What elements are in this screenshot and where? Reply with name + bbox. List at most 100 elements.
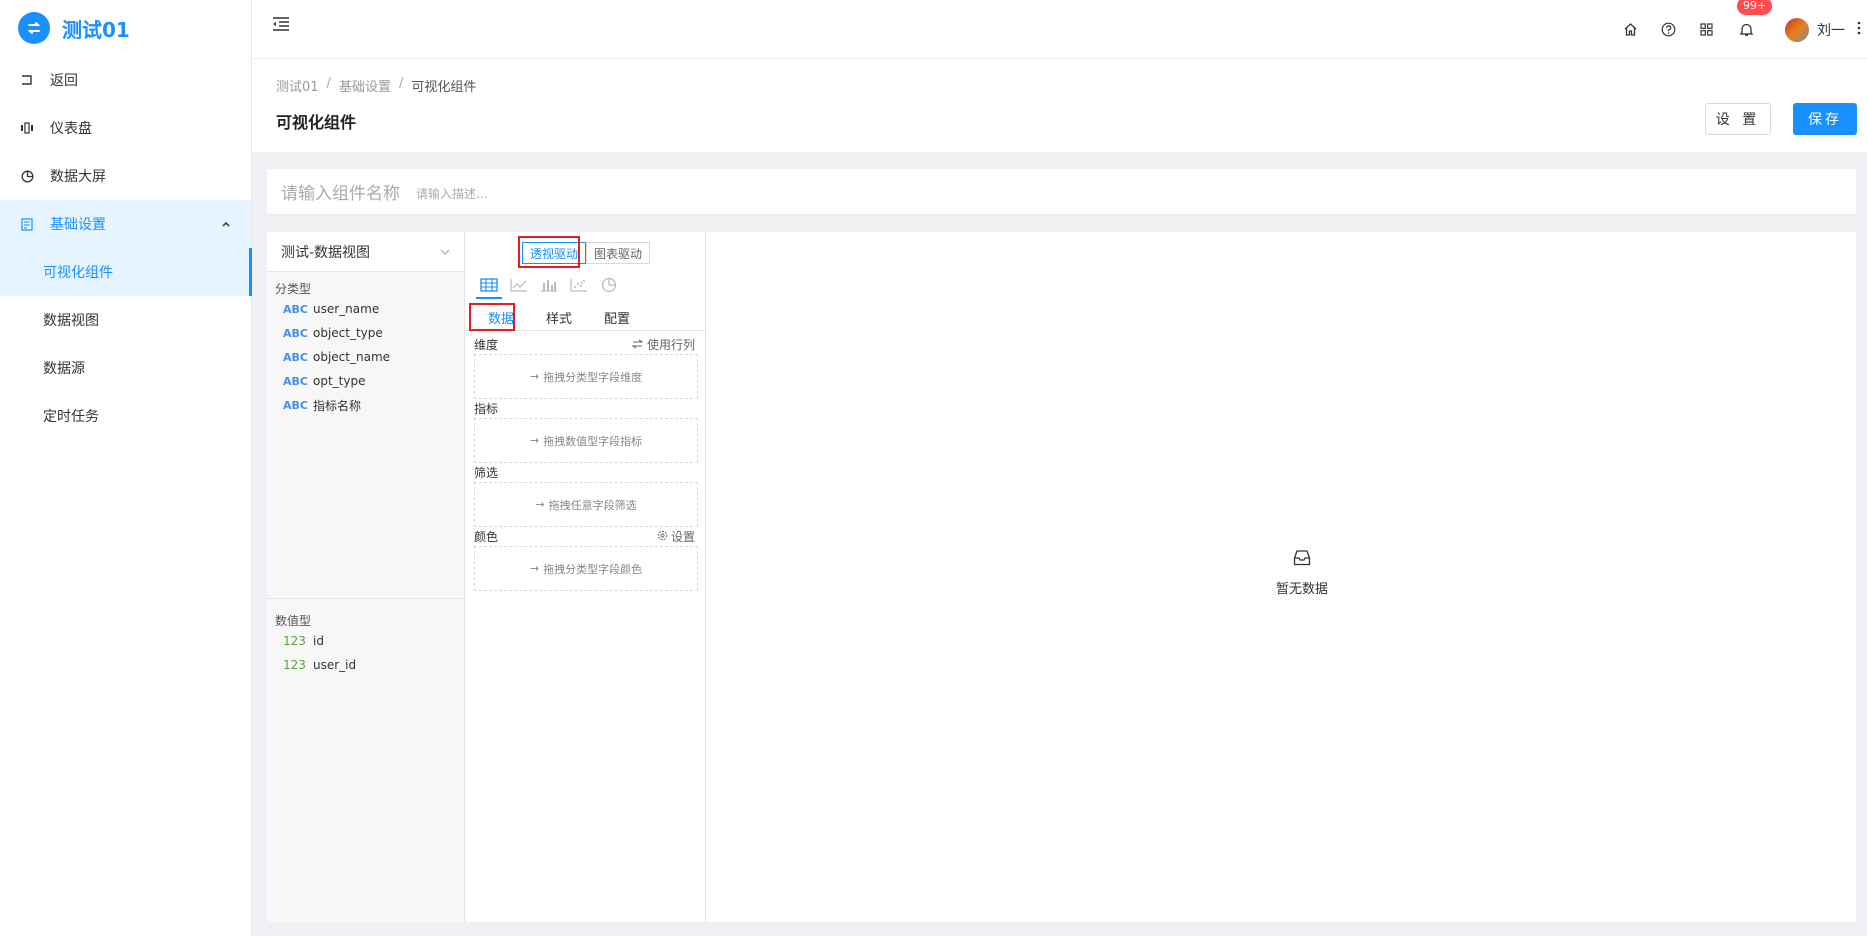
chevron-down-icon bbox=[440, 245, 450, 261]
back-icon bbox=[20, 73, 34, 87]
sidebar-subitem-visual-components[interactable]: 可视化组件 bbox=[0, 248, 252, 296]
field-name: user_name bbox=[313, 302, 380, 316]
use-row-col-toggle[interactable]: 使用行列 bbox=[631, 336, 695, 353]
avatar[interactable] bbox=[1785, 17, 1809, 42]
drop-hint: 拖拽分类型字段颜色 bbox=[543, 562, 643, 576]
sidebar-item-dashboard[interactable]: 仪表盘 bbox=[0, 104, 251, 152]
sidebar-item-label: 仪表盘 bbox=[50, 121, 92, 137]
use-row-col-label: 使用行列 bbox=[646, 338, 695, 352]
filter-drop-zone[interactable]: → 拖拽任意字段筛选 bbox=[474, 482, 698, 527]
empty-inbox-icon bbox=[1293, 549, 1311, 570]
chart-type-selector bbox=[474, 273, 624, 299]
field-divider bbox=[267, 598, 465, 599]
settings-grid-icon bbox=[20, 217, 34, 231]
tab-config[interactable]: 配置 bbox=[588, 305, 646, 330]
drop-hint: 拖拽分类型字段维度 bbox=[543, 370, 643, 384]
color-settings-label: 设置 bbox=[670, 530, 695, 544]
component-name-input[interactable]: 请输入组件名称 bbox=[281, 179, 400, 204]
sidebar-item-label: 基础设置 bbox=[50, 217, 106, 233]
sidebar-item-label: 返回 bbox=[50, 73, 78, 89]
tab-chart-driven[interactable]: 图表驱动 bbox=[586, 242, 651, 264]
arrow-right-icon: → bbox=[529, 370, 540, 383]
field-type: 123 bbox=[283, 658, 306, 672]
field-item[interactable]: ABC object_type bbox=[267, 321, 465, 345]
field-item[interactable]: 123 user_id bbox=[267, 653, 465, 677]
color-label: 颜色 bbox=[474, 530, 499, 544]
metric-label: 指标 bbox=[474, 402, 499, 416]
table-chart-icon[interactable] bbox=[474, 273, 504, 299]
dataset-select[interactable]: 测试-数据视图 bbox=[267, 232, 464, 272]
sidebar-item-bigscreen[interactable]: 数据大屏 bbox=[0, 152, 251, 200]
config-panel: 透视驱动 图表驱动 数据 样式 配置 维度 使用行列 → 拖拽分类型字段维度 指… bbox=[466, 232, 706, 922]
empty-text: 暂无数据 bbox=[1275, 582, 1328, 597]
field-type: 123 bbox=[283, 634, 306, 648]
scatter-chart-icon[interactable] bbox=[564, 273, 594, 297]
app-logo-icon bbox=[18, 12, 50, 44]
filter-label: 筛选 bbox=[474, 466, 499, 480]
sidebar-subitem-scheduled-tasks[interactable]: 定时任务 bbox=[0, 392, 251, 440]
field-item[interactable]: ABC object_name bbox=[267, 345, 465, 369]
settings-button[interactable]: 设 置 bbox=[1705, 103, 1771, 135]
numeric-field-list: 123 id 123 user_id bbox=[267, 629, 465, 677]
field-item[interactable]: 123 id bbox=[267, 629, 465, 653]
empty-state: 暂无数据 bbox=[1257, 549, 1347, 597]
bar-chart-icon[interactable] bbox=[534, 273, 564, 297]
sidebar-item-basic-settings[interactable]: 基础设置 bbox=[0, 200, 251, 248]
help-icon[interactable] bbox=[1649, 11, 1687, 49]
app-title: 测试01 bbox=[62, 17, 130, 42]
field-type: ABC bbox=[283, 398, 308, 412]
gear-icon bbox=[657, 530, 668, 544]
user-name[interactable]: 刘一 bbox=[1817, 20, 1845, 40]
home-icon[interactable] bbox=[1611, 11, 1649, 49]
menu-fold-icon[interactable] bbox=[272, 16, 290, 36]
color-drop-zone[interactable]: → 拖拽分类型字段颜色 bbox=[474, 546, 698, 591]
field-name: object_name bbox=[313, 350, 391, 364]
breadcrumb-item[interactable]: 测试01 bbox=[276, 76, 319, 95]
field-type: ABC bbox=[283, 350, 308, 364]
breadcrumb-item[interactable]: 基础设置 bbox=[339, 76, 391, 95]
field-name: object_type bbox=[313, 326, 383, 340]
field-item[interactable]: ABC 指标名称 bbox=[267, 393, 465, 417]
field-item[interactable]: ABC user_name bbox=[267, 297, 465, 321]
field-name: user_id bbox=[313, 658, 357, 672]
color-settings-button[interactable]: 设置 bbox=[657, 528, 695, 545]
category-fields-title: 分类型 bbox=[275, 282, 312, 296]
page-title: 可视化组件 bbox=[276, 113, 357, 132]
field-type: ABC bbox=[283, 326, 308, 340]
dimension-label: 维度 bbox=[474, 338, 499, 352]
apps-grid-icon[interactable] bbox=[1687, 11, 1725, 49]
top-header: 99+ 刘一 bbox=[252, 0, 1867, 59]
dimension-drop-zone[interactable]: → 拖拽分类型字段维度 bbox=[474, 354, 698, 399]
pie-chart-icon[interactable] bbox=[594, 273, 624, 297]
component-name-bar: 请输入组件名称 请输入描述... bbox=[267, 169, 1856, 215]
sidebar-subitem-data-sources[interactable]: 数据源 bbox=[0, 344, 251, 392]
arrow-right-icon: → bbox=[529, 434, 540, 447]
sidebar-item-back[interactable]: 返回 bbox=[0, 56, 251, 104]
sidebar: 测试01 返回 仪表盘 数据大屏 基础设置 可视化组件 数据视图 数据源 定时任… bbox=[0, 0, 252, 936]
arrow-right-icon: → bbox=[535, 498, 545, 511]
tab-style[interactable]: 样式 bbox=[530, 305, 588, 330]
component-description-input[interactable]: 请输入描述... bbox=[416, 185, 487, 202]
sidebar-subitem-label: 数据源 bbox=[43, 361, 85, 377]
breadcrumb: 测试01 / 基础设置 / 可视化组件 bbox=[276, 76, 476, 95]
sidebar-subitem-label: 定时任务 bbox=[43, 409, 99, 425]
save-button[interactable]: 保存 bbox=[1793, 103, 1857, 135]
numeric-fields-title: 数值型 bbox=[275, 614, 312, 628]
more-vertical-icon[interactable] bbox=[1857, 21, 1867, 39]
notification-badge: 99+ bbox=[1737, 0, 1773, 15]
pie-icon bbox=[20, 169, 34, 183]
highlight-box bbox=[518, 236, 580, 268]
notification-bell-icon[interactable]: 99+ bbox=[1727, 0, 1773, 49]
line-chart-icon[interactable] bbox=[504, 273, 534, 297]
dataset-select-value: 测试-数据视图 bbox=[281, 244, 371, 261]
sidebar-subitem-data-views[interactable]: 数据视图 bbox=[0, 296, 251, 344]
page-head: 测试01 / 基础设置 / 可视化组件 可视化组件 设 置 保存 bbox=[252, 60, 1867, 152]
sidebar-subitem-label: 数据视图 bbox=[43, 313, 99, 329]
header-actions: 99+ 刘一 bbox=[1611, 0, 1867, 59]
metric-drop-zone[interactable]: → 拖拽数值型字段指标 bbox=[474, 418, 698, 463]
brand[interactable]: 测试01 bbox=[0, 0, 251, 56]
drop-hint: 拖拽任意字段筛选 bbox=[548, 498, 637, 512]
breadcrumb-current: 可视化组件 bbox=[411, 80, 477, 95]
breadcrumb-separator: / bbox=[326, 76, 331, 91]
field-item[interactable]: ABC opt_type bbox=[267, 369, 465, 393]
